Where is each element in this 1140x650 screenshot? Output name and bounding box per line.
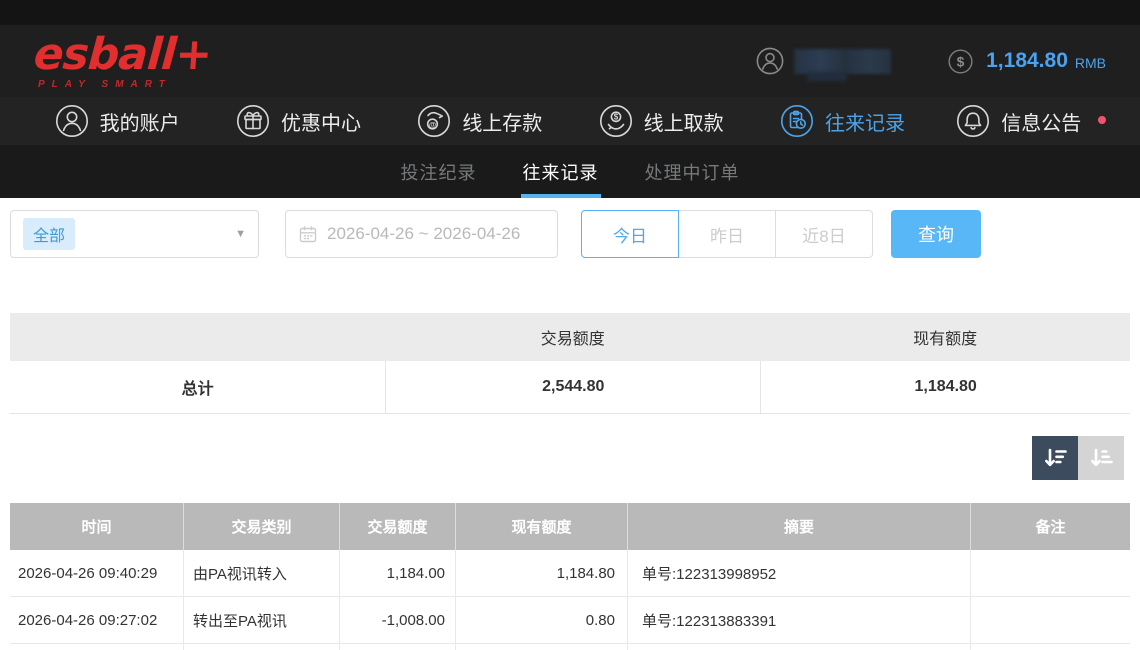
cell-type: 转出至PA视讯 <box>183 597 339 643</box>
cell-amount: -1,008.00 <box>339 597 455 643</box>
brand-logo[interactable]: esball+ PLAY SMART <box>34 33 211 90</box>
cell-balance: 1,184.80 <box>455 550 627 596</box>
nav-label: 优惠中心 <box>281 107 361 136</box>
brand-tagline: PLAY SMART <box>38 80 211 90</box>
filter-row: 全部 ▼ 2026-04-26 ~ 2026-04-26 今日 昨日 近8日 查… <box>10 210 1130 258</box>
nav-item-online-deposit[interactable]: @ 线上存款 <box>389 97 570 145</box>
last-8-days-button[interactable]: 近8日 <box>775 210 873 258</box>
balance-currency: RMB <box>1075 55 1106 71</box>
nav-label: 信息公告 <box>1001 107 1081 136</box>
cell-time: 2026-04-26 09:40:29 <box>10 550 183 596</box>
sub-nav: 投注纪录 往来记录 处理中订单 <box>0 145 1140 198</box>
summary-table: 交易额度 现有额度 总计 2,544.80 1,184.80 <box>10 313 1130 414</box>
sort-controls <box>16 436 1124 480</box>
bell-icon <box>955 103 991 139</box>
tab-transaction-records[interactable]: 往来记录 <box>521 145 601 198</box>
type-select-value: 全部 <box>23 218 75 250</box>
table-row: 2026-04-26 09:40:29 由PA视讯转入 1,184.00 1,1… <box>10 550 1130 597</box>
date-range-value: 2026-04-26 ~ 2026-04-26 <box>327 224 520 244</box>
date-range-picker[interactable]: 2026-04-26 ~ 2026-04-26 <box>285 210 558 258</box>
summary-total-label: 总计 <box>10 361 385 413</box>
col-balance: 现有额度 <box>455 503 627 550</box>
notification-badge <box>1098 116 1106 124</box>
nav-item-promotions[interactable]: 优惠中心 <box>207 97 388 145</box>
site-header: esball+ PLAY SMART $ 1,184.80 RMB <box>0 25 1140 97</box>
nav-item-online-withdrawal[interactable]: $ 线上取款 <box>570 97 751 145</box>
brand-name: esball+ <box>32 33 212 77</box>
col-summary: 摘要 <box>627 503 970 550</box>
summary-total-row: 总计 2,544.80 1,184.80 <box>10 361 1130 414</box>
tab-betting-records[interactable]: 投注纪录 <box>399 145 479 198</box>
col-time: 时间 <box>10 503 183 550</box>
sort-desc-icon[interactable] <box>1032 436 1078 480</box>
records-icon <box>779 103 815 139</box>
deposit-icon: @ <box>416 103 452 139</box>
dollar-icon: $ <box>947 48 974 75</box>
transactions-table: 时间 交易类别 交易额度 现有额度 摘要 备注 2026-04-26 09:40… <box>10 503 1130 650</box>
col-note: 备注 <box>970 503 1130 550</box>
main-nav: 我的账户 优惠中心 @ 线上存款 <box>0 97 1140 145</box>
cell-amount: 1,184.00 <box>339 550 455 596</box>
cell-summary: 单号:122313883391 <box>627 597 970 643</box>
nav-item-my-account[interactable]: 我的账户 <box>26 97 207 145</box>
cell-time: 2026-04-26 09:27:02 <box>10 597 183 643</box>
cell-note <box>970 597 1130 643</box>
nav-label: 线上存款 <box>462 107 542 136</box>
balance-amount: 1,184.80 <box>986 49 1068 73</box>
svg-text:$: $ <box>613 113 618 122</box>
search-button[interactable]: 查询 <box>891 210 981 258</box>
col-amount: 交易额度 <box>339 503 455 550</box>
nav-label: 往来记录 <box>825 107 905 136</box>
balance[interactable]: $ 1,184.80 RMB <box>947 48 1106 75</box>
summary-header-balance: 现有额度 <box>760 325 1130 349</box>
tab-pending-orders[interactable]: 处理中订单 <box>643 145 742 198</box>
cell-summary: 单号:122313998952 <box>627 550 970 596</box>
cell-balance: 0.80 <box>455 597 627 643</box>
username-redacted <box>794 49 891 74</box>
col-type: 交易类别 <box>183 503 339 550</box>
table-header: 时间 交易类别 交易额度 现有额度 摘要 备注 <box>10 503 1130 550</box>
account-icon <box>54 103 90 139</box>
sort-asc-icon[interactable] <box>1078 436 1124 480</box>
username-redacted-2 <box>807 72 847 81</box>
nav-item-announcements[interactable]: 信息公告 <box>933 97 1114 145</box>
summary-header-transaction: 交易额度 <box>385 325 760 349</box>
yesterday-button[interactable]: 昨日 <box>678 210 776 258</box>
top-strip <box>0 0 1140 25</box>
cell-type: 由PA视讯转入 <box>183 550 339 596</box>
today-button[interactable]: 今日 <box>581 210 679 258</box>
calendar-icon <box>299 225 317 243</box>
summary-header: 交易额度 现有额度 <box>10 313 1130 361</box>
summary-total-transaction: 2,544.80 <box>385 361 760 413</box>
user-icon <box>755 46 785 76</box>
svg-text:$: $ <box>957 54 965 69</box>
user-account[interactable] <box>755 46 891 76</box>
nav-label: 我的账户 <box>100 107 180 136</box>
withdraw-icon: $ <box>598 103 634 139</box>
table-row: 2026-04-26 09:27:02 转出至PA视讯 -1,008.00 0.… <box>10 597 1130 644</box>
header-right: $ 1,184.80 RMB <box>755 46 1106 76</box>
summary-total-balance: 1,184.80 <box>760 361 1130 413</box>
table-row-partial <box>10 644 1130 650</box>
caret-down-icon: ▼ <box>235 228 246 240</box>
quick-date-group: 今日 昨日 近8日 <box>581 210 873 258</box>
svg-text:@: @ <box>429 120 436 129</box>
gift-icon <box>235 103 271 139</box>
cell-note <box>970 550 1130 596</box>
nav-item-transaction-records[interactable]: 往来记录 <box>751 97 932 145</box>
type-select[interactable]: 全部 ▼ <box>10 210 259 258</box>
nav-label: 线上取款 <box>644 107 724 136</box>
